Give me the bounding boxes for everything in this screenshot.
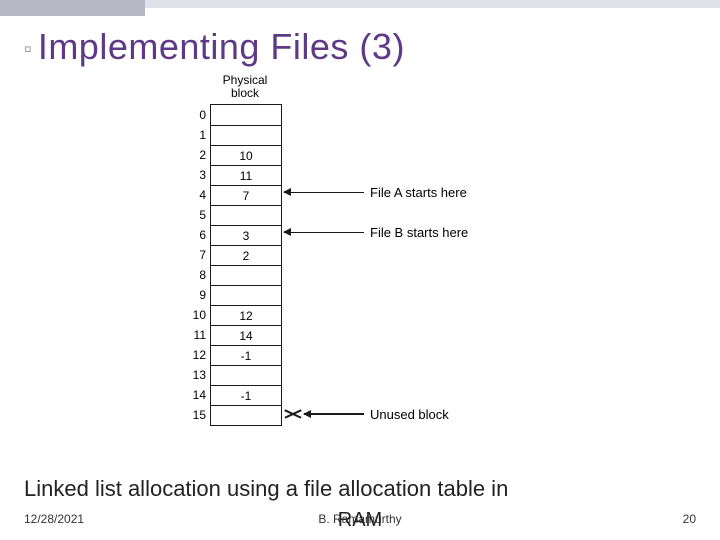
row-index: 1 — [178, 128, 206, 142]
slide-subtitle: Linked list allocation using a file allo… — [24, 476, 508, 502]
row-index: 7 — [178, 248, 206, 262]
fat-table: 10 11 7 3 2 12 14 -1 -1 — [210, 104, 282, 426]
annotation-label: Unused block — [370, 407, 449, 422]
cell — [211, 405, 281, 425]
annotation-unused: Unused block — [284, 405, 449, 423]
row-index: 5 — [178, 208, 206, 222]
cell: 3 — [211, 225, 281, 245]
table-row: -1 — [211, 345, 281, 365]
row-index: 0 — [178, 108, 206, 122]
row-index: 8 — [178, 268, 206, 282]
fat-figure: Physical block 10 11 7 3 2 12 14 -1 -1 0… — [40, 74, 680, 454]
annotation-label: File A starts here — [370, 185, 467, 200]
title-row: ▫ Implementing Files (3) — [24, 26, 696, 68]
row-index: 9 — [178, 288, 206, 302]
table-row: 14 — [211, 325, 281, 345]
row-index: 10 — [178, 308, 206, 322]
bullet-icon: ▫ — [24, 38, 32, 60]
cell: 14 — [211, 325, 281, 345]
x-link-icon — [284, 405, 302, 423]
table-row: 2 — [211, 245, 281, 265]
table-row — [211, 265, 281, 285]
row-index: 4 — [178, 188, 206, 202]
table-row — [211, 365, 281, 385]
footer: 12/28/2021 B. Ramamurthy 20 RAM — [24, 512, 696, 526]
cell: 12 — [211, 305, 281, 325]
table-row: 3 — [211, 225, 281, 245]
top-bar-dark — [0, 0, 145, 16]
cell — [211, 105, 281, 125]
top-bar-light — [145, 0, 720, 8]
cell — [211, 265, 281, 285]
row-index: 3 — [178, 168, 206, 182]
annotation-file-a: File A starts here — [284, 185, 467, 200]
table-row: -1 — [211, 385, 281, 405]
annotation-file-b: File B starts here — [284, 225, 468, 240]
arrow-left-icon — [284, 232, 364, 234]
table-row — [211, 105, 281, 125]
cell: 10 — [211, 145, 281, 165]
table-row — [211, 125, 281, 145]
arrow-left-icon — [304, 413, 364, 415]
row-index: 13 — [178, 368, 206, 382]
table-row: 10 — [211, 145, 281, 165]
table-row: 12 — [211, 305, 281, 325]
cell — [211, 285, 281, 305]
column-header: Physical block — [210, 74, 280, 100]
row-index: 11 — [178, 328, 206, 342]
top-decoration — [0, 0, 720, 20]
cell: 11 — [211, 165, 281, 185]
table-row — [211, 285, 281, 305]
table-row: 7 — [211, 185, 281, 205]
annotation-label: File B starts here — [370, 225, 468, 240]
cell: -1 — [211, 345, 281, 365]
row-index: 2 — [178, 148, 206, 162]
cell: -1 — [211, 385, 281, 405]
subtitle-overflow: RAM — [24, 509, 696, 532]
row-index: 14 — [178, 388, 206, 402]
table-row: 11 — [211, 165, 281, 185]
cell — [211, 205, 281, 225]
cell: 2 — [211, 245, 281, 265]
arrow-left-icon — [284, 192, 364, 194]
cell — [211, 125, 281, 145]
cell: 7 — [211, 185, 281, 205]
row-index: 15 — [178, 408, 206, 422]
table-row — [211, 405, 281, 425]
slide: ▫ Implementing Files (3) Physical block … — [0, 0, 720, 540]
slide-title: Implementing Files (3) — [38, 26, 405, 68]
cell — [211, 365, 281, 385]
row-index: 12 — [178, 348, 206, 362]
row-index: 6 — [178, 228, 206, 242]
table-row — [211, 205, 281, 225]
